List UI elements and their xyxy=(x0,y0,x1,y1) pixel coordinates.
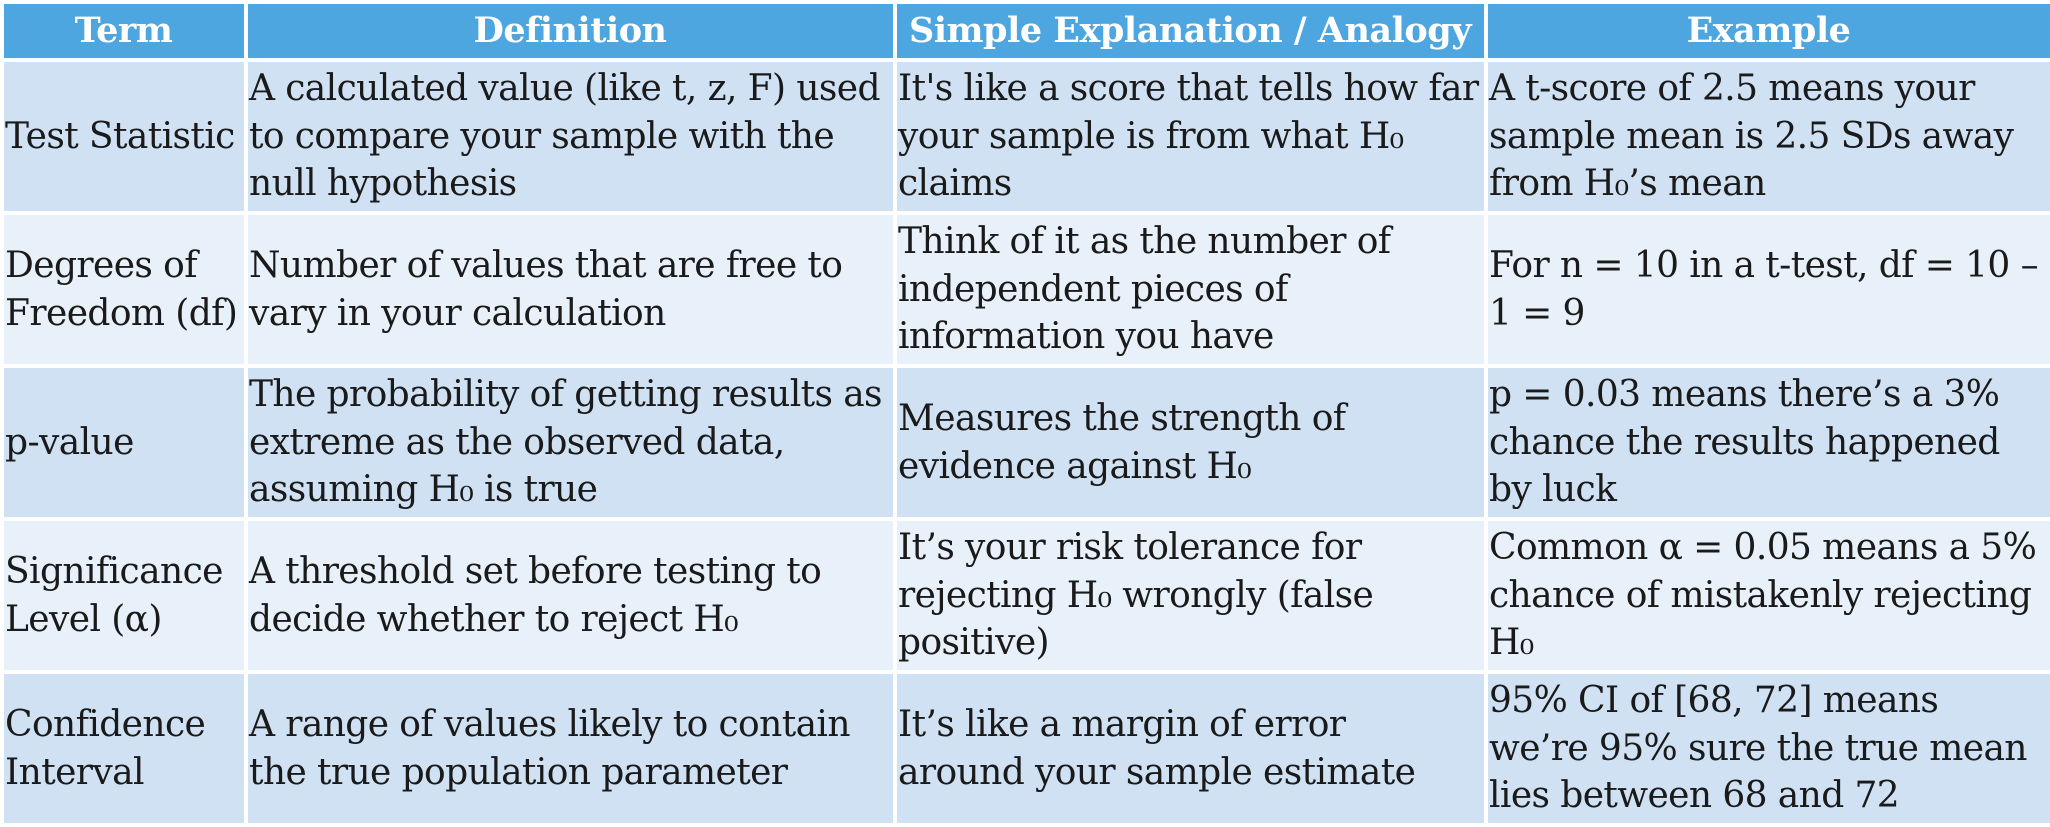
cell-explanation: It’s your risk tolerance for rejecting H… xyxy=(893,517,1488,674)
table-body: Test Statistic A calculated value (like … xyxy=(0,58,2050,827)
cell-term: Degrees of Freedom (df) xyxy=(0,211,248,368)
table-row: p-value The probability of getting resul… xyxy=(0,364,2050,521)
header-explanation: Simple Explanation / Analogy xyxy=(893,0,1488,62)
cell-explanation: It’s like a margin of error around your … xyxy=(893,670,1488,827)
cell-term: Significance Level (α) xyxy=(0,517,248,674)
cell-example: A t-score of 2.5 means your sample mean … xyxy=(1484,58,2050,215)
cell-explanation: Think of it as the number of independent… xyxy=(893,211,1488,368)
table-header: Term Definition Simple Explanation / Ana… xyxy=(0,0,2050,62)
cell-explanation: Measures the strength of evidence agains… xyxy=(893,364,1488,521)
header-definition: Definition xyxy=(244,0,897,62)
cell-definition: The probability of getting results as ex… xyxy=(244,364,897,521)
table-row: Significance Level (α) A threshold set b… xyxy=(0,517,2050,674)
glossary-table: Term Definition Simple Explanation / Ana… xyxy=(0,0,2050,827)
cell-definition: A threshold set before testing to decide… xyxy=(244,517,897,674)
header-term: Term xyxy=(0,0,248,62)
table-row: Test Statistic A calculated value (like … xyxy=(0,58,2050,215)
cell-definition: A range of values likely to contain the … xyxy=(244,670,897,827)
header-row: Term Definition Simple Explanation / Ana… xyxy=(0,0,2050,62)
cell-term: Test Statistic xyxy=(0,58,248,215)
cell-definition: A calculated value (like t, z, F) used t… xyxy=(244,58,897,215)
cell-explanation: It's like a score that tells how far you… xyxy=(893,58,1488,215)
cell-example: Common α = 0.05 means a 5% chance of mis… xyxy=(1484,517,2050,674)
cell-example: 95% CI of [68, 72] means we’re 95% sure … xyxy=(1484,670,2050,827)
cell-term: Confidence Interval xyxy=(0,670,248,827)
cell-definition: Number of values that are free to vary i… xyxy=(244,211,897,368)
table-row: Degrees of Freedom (df) Number of values… xyxy=(0,211,2050,368)
header-example: Example xyxy=(1484,0,2050,62)
cell-example: p = 0.03 means there’s a 3% chance the r… xyxy=(1484,364,2050,521)
cell-example: For n = 10 in a t-test, df = 10 – 1 = 9 xyxy=(1484,211,2050,368)
table-row: Confidence Interval A range of values li… xyxy=(0,670,2050,827)
cell-term: p-value xyxy=(0,364,248,521)
